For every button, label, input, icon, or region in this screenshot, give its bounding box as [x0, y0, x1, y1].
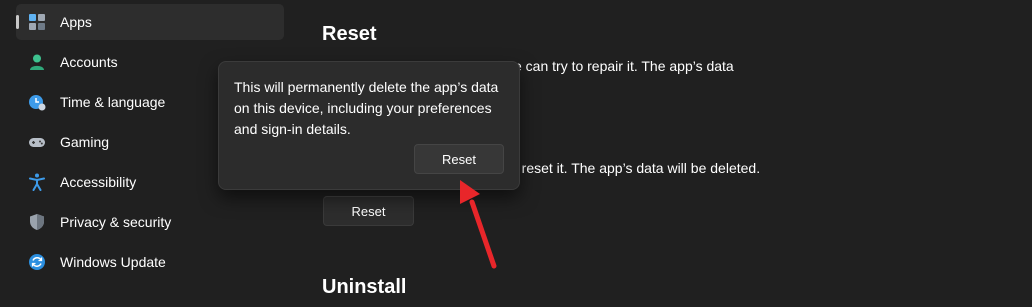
selected-indicator [16, 15, 19, 29]
sidebar-item-label: Windows Update [60, 254, 166, 270]
accessibility-icon [29, 173, 45, 191]
shield-icon [30, 214, 44, 230]
uninstall-section-title: Uninstall [322, 276, 407, 298]
sidebar-item-apps[interactable]: Apps [16, 4, 284, 40]
gaming-icon [29, 138, 45, 147]
flyout-message: This will permanently delete the app’s d… [234, 79, 499, 137]
sidebar-item-label: Time & language [60, 94, 166, 110]
confirm-reset-button[interactable]: Reset [414, 144, 504, 174]
sidebar-item-label: Accounts [60, 54, 118, 70]
sidebar-item-label: Privacy & security [60, 214, 172, 230]
annotation-arrow-icon [460, 180, 497, 269]
reset-section-title: Reset [322, 23, 377, 45]
sidebar-item-windows-update[interactable]: Windows Update [16, 244, 284, 280]
apps-icon [29, 14, 45, 30]
sidebar-item-privacy-security[interactable]: Privacy & security [16, 204, 284, 240]
reset-confirmation-flyout: This will permanently delete the app’s d… [218, 61, 520, 190]
sidebar-item-label: Accessibility [60, 174, 137, 190]
accounts-icon [30, 54, 44, 70]
reset-button[interactable]: Reset [323, 196, 414, 226]
sidebar-item-label: Gaming [60, 134, 110, 150]
sidebar-item-label: Apps [60, 14, 92, 30]
reset-description: t, reset it. The app’s data will be dele… [510, 160, 761, 176]
repair-description: e can try to repair it. The app’s data [514, 58, 734, 74]
windows-update-icon [29, 254, 45, 270]
time-language-icon [29, 95, 46, 111]
